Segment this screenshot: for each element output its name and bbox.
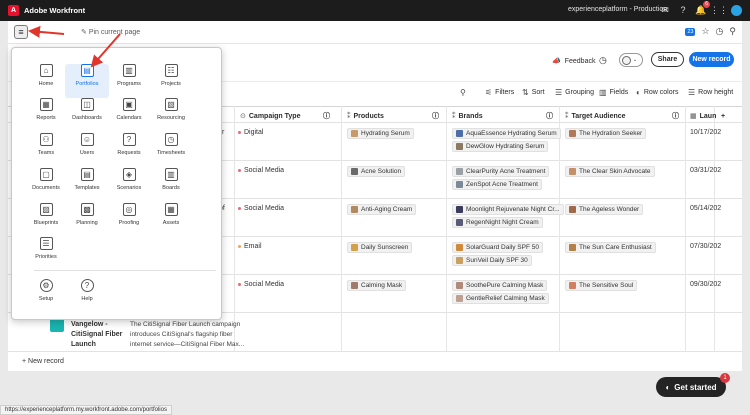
arrow-to-portfolios [90, 33, 121, 68]
arrow-to-menu-button [28, 25, 65, 38]
annotation-arrows [28, 25, 121, 68]
